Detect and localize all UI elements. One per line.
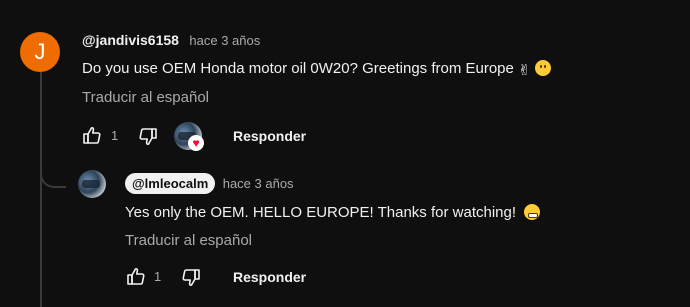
comment-author[interactable]: @jandivis6158 [82,32,179,48]
reply-author-badge[interactable]: @lmleocalm [125,173,216,194]
comment-timestamp[interactable]: hace 3 años [189,33,260,48]
like-count: 1 [111,128,119,143]
thumbs-up-icon [127,268,145,285]
reply-text-body: Yes only the OEM. HELLO EUROPE! Thanks f… [125,204,517,221]
creator-heart-badge: ♥ [188,135,204,151]
avatar-letter: J [34,39,46,64]
comment-header: @jandivis6158 hace 3 años [82,32,260,50]
grinning-face-icon [524,204,541,220]
reply-connector [40,160,66,188]
reply-reply-button[interactable]: Responder [233,269,306,285]
reply-text: Yes only the OEM. HELLO EUROPE! Thanks f… [125,204,541,221]
smiling-face-icon [534,60,551,76]
reply-dislike-button[interactable] [179,265,203,289]
thumbs-down-icon [182,269,200,286]
comment-text: Do you use OEM Honda motor oil 0W20? Gre… [82,60,551,79]
reply-button[interactable]: Responder [233,128,306,144]
reply-header: @lmleocalm hace 3 años [125,173,294,194]
thread-line [40,72,42,307]
comment-text-body: Do you use OEM Honda motor oil 0W20? Gre… [82,60,514,77]
thumbs-down-icon [139,128,157,145]
translate-link[interactable]: Traducir al español [82,89,209,106]
reply-translate-link[interactable]: Traducir al español [125,232,252,249]
reply-timestamp[interactable]: hace 3 años [223,176,294,191]
reply-like-button[interactable] [124,265,148,289]
avatar[interactable]: J [20,32,60,72]
victory-hand-icon: ✌ [518,62,531,79]
thumbs-up-icon [83,127,101,144]
heart-icon: ♥ [192,136,200,150]
dislike-button[interactable] [136,124,160,148]
like-button[interactable] [80,124,104,148]
reply-like-count: 1 [154,269,162,284]
reply-avatar[interactable] [78,170,106,198]
